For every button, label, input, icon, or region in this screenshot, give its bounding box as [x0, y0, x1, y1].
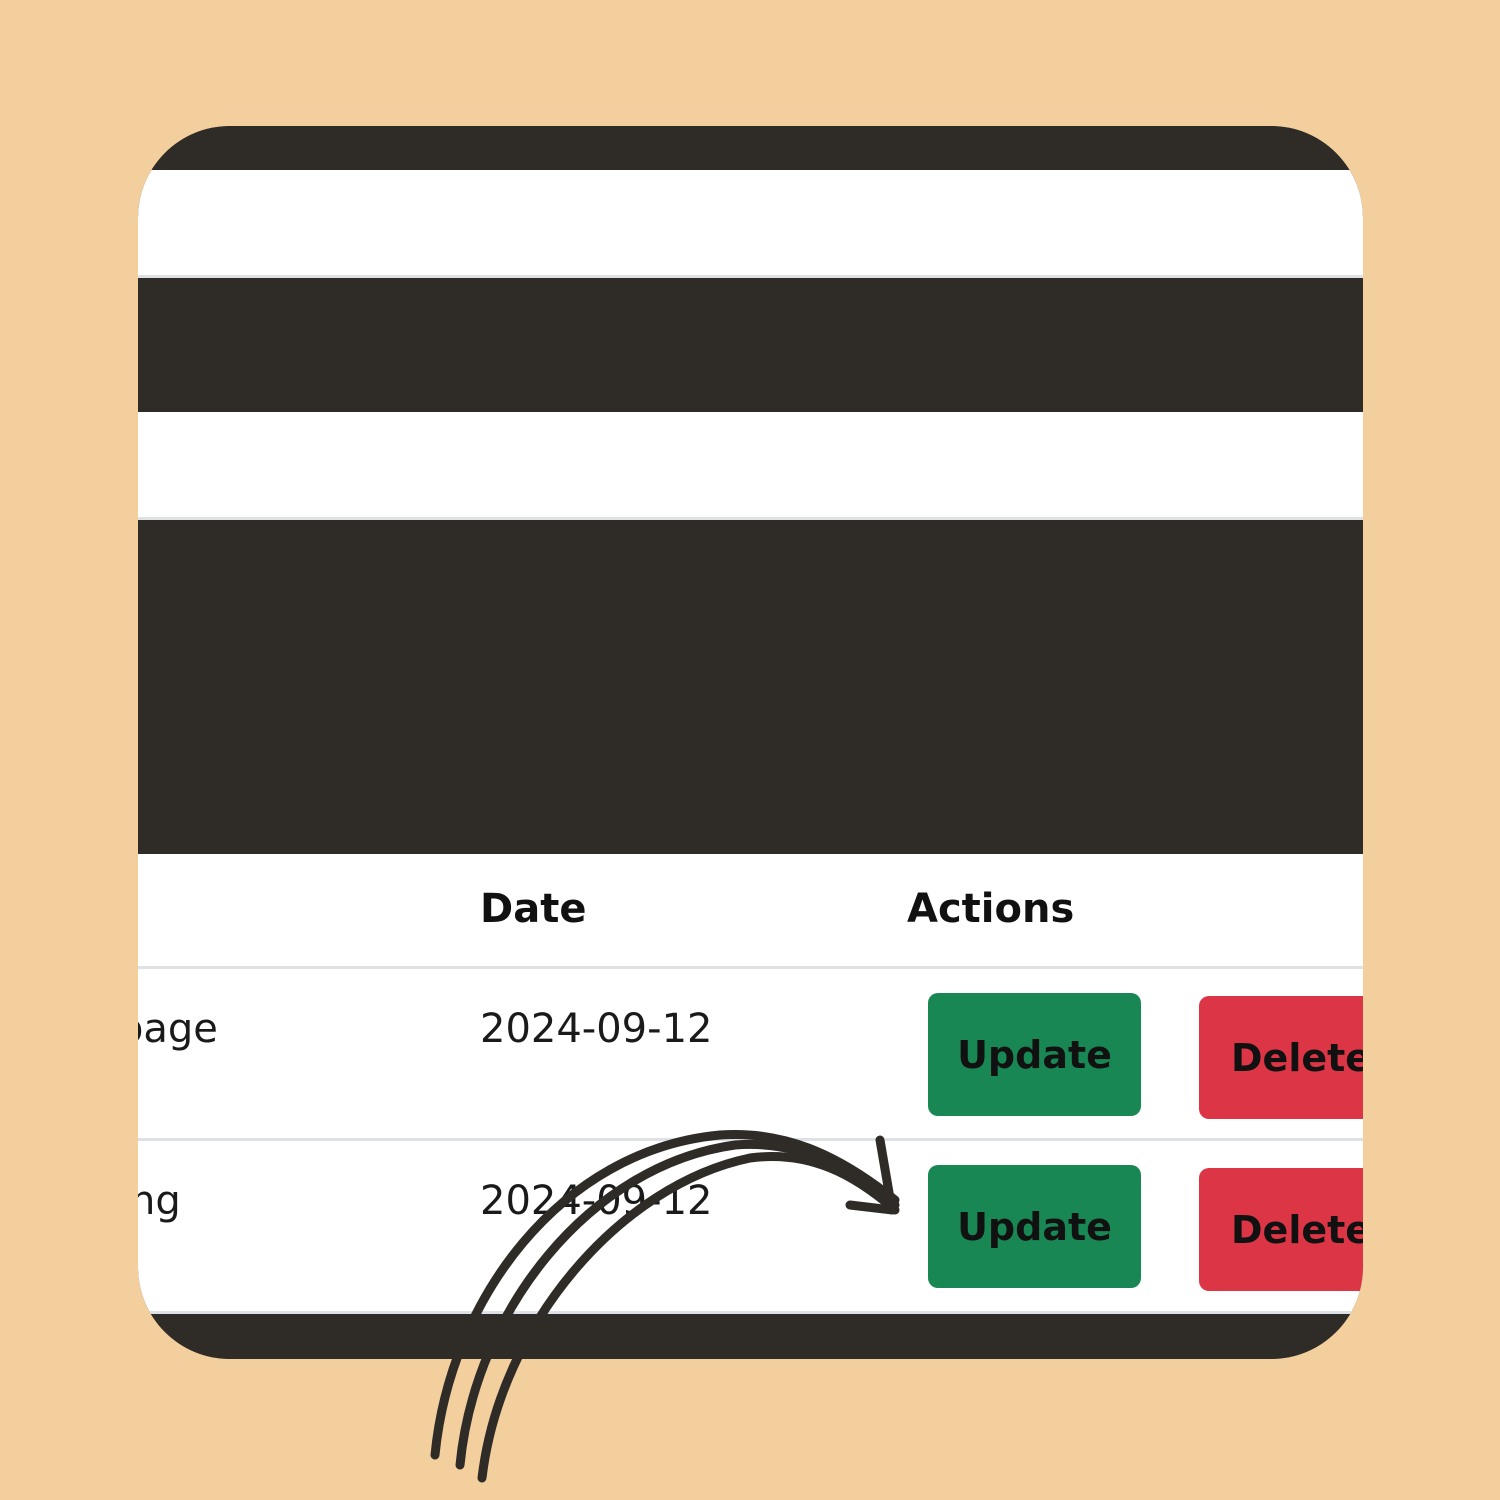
update-button[interactable]: Update: [928, 1165, 1141, 1288]
dark-band-2: [138, 278, 1363, 412]
row-2-date: 2024-09-12: [480, 1178, 713, 1224]
update-button[interactable]: Update: [928, 993, 1141, 1116]
bottom-dark-band: [138, 1314, 1363, 1359]
row-1-name: page: [138, 1006, 218, 1052]
row-1-date: 2024-09-12: [480, 1006, 713, 1052]
header-divider: [138, 966, 1363, 969]
white-band-2: [138, 412, 1363, 518]
data-table: [138, 854, 1363, 1314]
row-2-name: ng: [138, 1178, 181, 1224]
delete-button[interactable]: Delete: [1199, 996, 1363, 1119]
screenshot-card: Date Actions page 2024-09-12 Update Dele…: [138, 126, 1363, 1359]
row-divider: [138, 1138, 1363, 1141]
column-header-actions: Actions: [907, 886, 1075, 932]
column-header-date: Date: [480, 886, 587, 932]
top-dark-band: [138, 126, 1363, 170]
dark-band-3: [138, 520, 1363, 854]
white-band-1: [138, 170, 1363, 276]
delete-button[interactable]: Delete: [1199, 1168, 1363, 1291]
